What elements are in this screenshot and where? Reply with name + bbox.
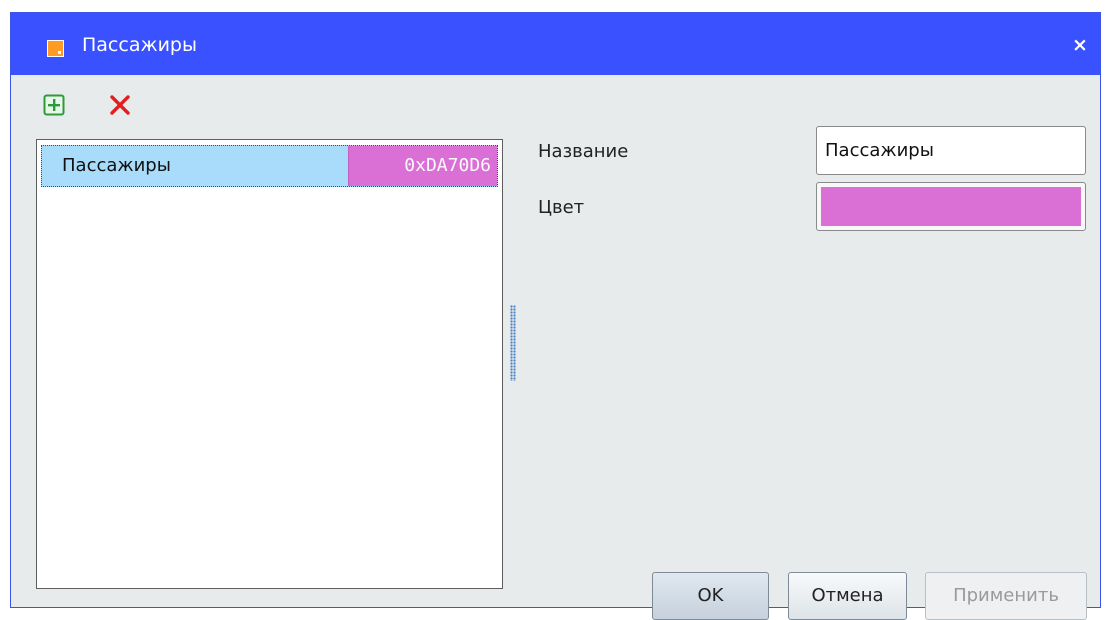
app-window-icon <box>47 40 64 57</box>
list-item-color-code: 0xDA70D6 <box>348 146 497 186</box>
panel-splitter-handle[interactable] <box>510 305 516 381</box>
name-input[interactable] <box>816 126 1086 175</box>
dialog-window: Пассажиры × Пассажиры 0xDA70D6 Название … <box>10 12 1101 620</box>
add-plus-icon <box>43 94 65 116</box>
add-button[interactable] <box>43 94 65 116</box>
close-button[interactable]: × <box>1070 35 1090 55</box>
color-swatch <box>821 187 1081 226</box>
apply-button[interactable]: Применить <box>925 572 1087 620</box>
name-label: Название <box>538 141 629 162</box>
category-list[interactable]: Пассажиры 0xDA70D6 <box>36 139 503 589</box>
ok-button[interactable]: OK <box>652 572 769 620</box>
cancel-button[interactable]: Отмена <box>788 572 907 620</box>
list-item-name: Пассажиры <box>62 155 171 176</box>
color-label: Цвет <box>538 197 585 218</box>
delete-button[interactable] <box>109 94 131 116</box>
delete-x-icon <box>110 95 130 115</box>
title-bar[interactable]: Пассажиры × <box>11 13 1100 75</box>
list-item[interactable]: Пассажиры 0xDA70D6 <box>41 145 498 187</box>
window-title: Пассажиры <box>82 34 197 56</box>
color-picker-field[interactable] <box>816 182 1086 231</box>
